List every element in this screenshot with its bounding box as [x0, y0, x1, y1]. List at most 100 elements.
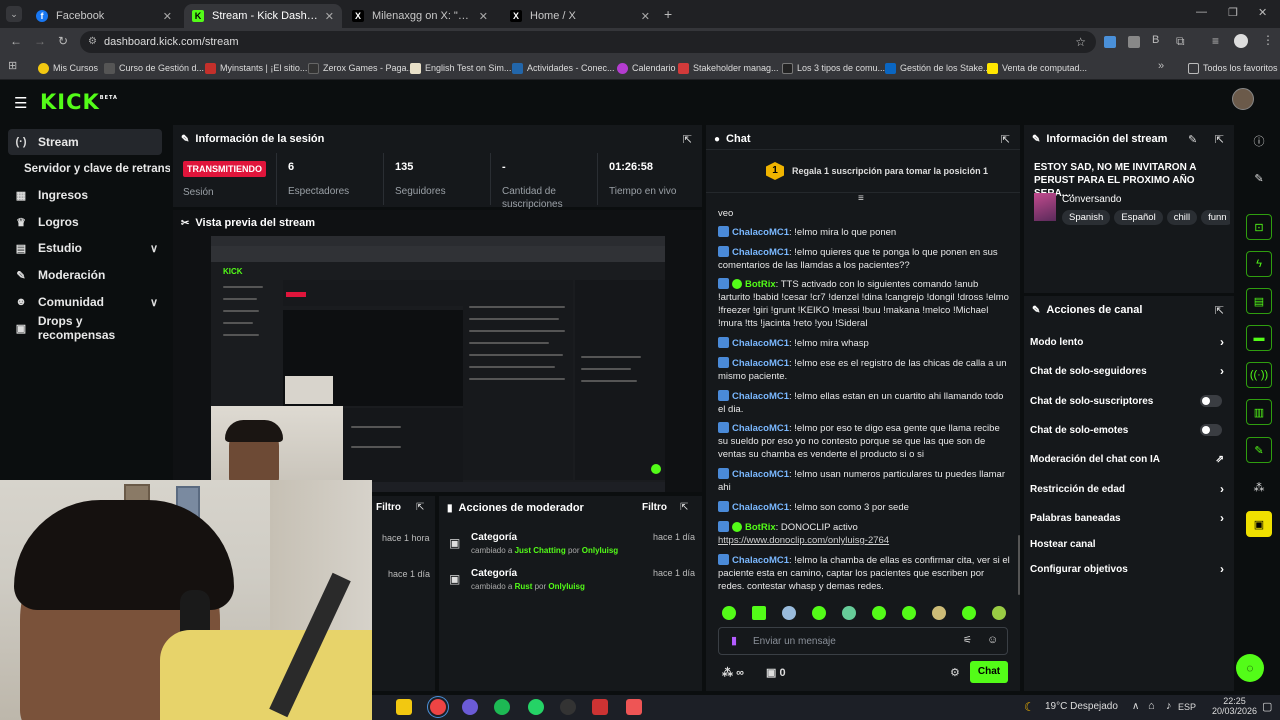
chrome-icon[interactable] — [430, 699, 446, 715]
emote-icon[interactable] — [872, 606, 886, 620]
close-tab-icon[interactable]: ✕ — [479, 10, 488, 23]
emote-icon[interactable] — [782, 606, 796, 620]
tab-kick-dashboard[interactable]: K Stream - Kick Dashboard ✕ — [184, 4, 342, 28]
action-age-restriction[interactable]: Restricción de edad › — [1030, 479, 1226, 499]
sidebar-item-moderation[interactable]: ✎ Moderación — [8, 262, 162, 288]
close-tab-icon[interactable]: ✕ — [325, 10, 334, 23]
hamburger-menu-icon[interactable]: ☰ — [14, 94, 27, 112]
filter-button[interactable]: Filtro — [376, 502, 401, 513]
emote-icon[interactable] — [722, 606, 736, 620]
chat-username[interactable]: BotRix — [745, 279, 776, 290]
back-icon[interactable]: ← — [10, 34, 22, 48]
send-chat-button[interactable]: Chat — [970, 661, 1008, 683]
sidebar-item-achievements[interactable]: ♛ Logros — [8, 209, 162, 235]
bookmark[interactable]: English Test on Sim... — [410, 61, 511, 75]
discord-icon[interactable] — [462, 699, 478, 715]
sidebar-item-server-key[interactable]: Servidor y clave de retransmisión — [8, 156, 170, 182]
chat-username[interactable]: BotRix — [745, 522, 776, 533]
sidebar-item-stream[interactable]: (·) Stream — [8, 129, 162, 155]
bookmark-star-icon[interactable]: ☆ — [1075, 31, 1086, 53]
whatsapp-icon[interactable] — [528, 699, 544, 715]
tag[interactable]: chill — [1166, 210, 1198, 225]
bookmark[interactable]: Los 3 tipos de comu... — [782, 61, 885, 75]
expand-icon[interactable]: ⇱ — [680, 502, 688, 513]
chat-username[interactable]: ChalacoMC1 — [732, 338, 789, 349]
emotes-only-toggle[interactable] — [1200, 424, 1222, 436]
chat-username[interactable]: ChalacoMC1 — [732, 358, 789, 369]
all-favorites[interactable]: Todos los favoritos — [1188, 61, 1278, 75]
chat-link[interactable]: https://www.donoclip.com/onlyluisg-2764 — [718, 535, 889, 546]
more-bookmarks-icon[interactable]: » — [1158, 60, 1164, 72]
category-link[interactable]: Just Chatting — [515, 546, 566, 555]
info-icon[interactable]: ⓘ — [1246, 128, 1272, 154]
close-tab-icon[interactable]: ✕ — [163, 10, 172, 23]
bookmark[interactable]: Mis Cursos — [38, 61, 98, 75]
minimize-icon[interactable]: — — [1196, 6, 1207, 18]
user-link[interactable]: Onlyluisg — [582, 546, 618, 555]
category-thumbnail[interactable] — [1034, 193, 1056, 221]
clip-icon[interactable]: ⊡ — [1246, 214, 1272, 240]
sidebar-item-community[interactable]: ☻ Comunidad ∨ — [8, 289, 162, 315]
expand-icon[interactable]: ⇱ — [1215, 133, 1224, 146]
bookmark[interactable]: Stakeholder manag... — [678, 61, 779, 75]
file-explorer-icon[interactable] — [396, 699, 412, 715]
action-slow-mode[interactable]: Modo lento › — [1030, 332, 1226, 352]
channel-points[interactable]: ⁂ ∞ — [722, 666, 744, 679]
reload-icon[interactable]: ↻ — [58, 34, 68, 48]
tag[interactable]: funn — [1201, 210, 1230, 225]
emote-icon[interactable] — [842, 606, 856, 620]
tab-search-icon[interactable]: ⌄ — [6, 6, 22, 22]
chat-username[interactable]: ChalacoMC1 — [732, 247, 789, 258]
menu-icon[interactable]: ⋮ — [1262, 33, 1274, 47]
extension-icon[interactable] — [1104, 36, 1116, 48]
subscribers-only-toggle[interactable] — [1200, 395, 1222, 407]
app-icon[interactable] — [592, 699, 608, 715]
filter-button[interactable]: Filtro — [642, 502, 667, 513]
language-indicator[interactable]: ESP — [1178, 702, 1196, 712]
chat-username[interactable]: ChalacoMC1 — [732, 502, 789, 513]
bookmark[interactable]: Calendario — [617, 61, 676, 75]
close-tab-icon[interactable]: ✕ — [641, 10, 650, 23]
restore-icon[interactable]: ❐ — [1228, 6, 1238, 19]
user-avatar[interactable] — [1232, 88, 1254, 110]
bookmark[interactable]: Actividades - Conec... — [512, 61, 615, 75]
expand-icon[interactable]: ⇱ — [416, 502, 424, 513]
tag[interactable]: Español — [1114, 210, 1163, 225]
notifications-icon[interactable]: ▢ — [1262, 700, 1272, 713]
profile-avatar[interactable] — [1234, 34, 1248, 48]
tab-milenaxgg[interactable]: X Milenaxgg on X: "Entrevista al... ✕ — [344, 4, 496, 28]
action-followers-only[interactable]: Chat de solo-seguidores › — [1030, 361, 1226, 381]
chat-username[interactable]: ChalacoMC1 — [732, 469, 789, 480]
action-ai-moderation[interactable]: Moderación del chat con IA ⇗ — [1030, 449, 1226, 469]
extension-icon[interactable] — [1128, 36, 1140, 48]
emote-icon[interactable] — [902, 606, 916, 620]
bookmark[interactable]: Gestión de los Stake... — [885, 61, 991, 75]
tab-facebook[interactable]: f Facebook ✕ — [28, 4, 180, 28]
emote-icon[interactable] — [962, 606, 976, 620]
points-icon[interactable]: ⁂ — [1246, 474, 1272, 500]
app-icon[interactable] — [626, 699, 642, 715]
chat-input[interactable]: ▮ Enviar un mensaje ⚟ ☺ — [718, 627, 1008, 655]
support-chat-button[interactable]: ◌ — [1236, 654, 1264, 682]
spotify-icon[interactable] — [494, 699, 510, 715]
media-icon[interactable]: ≡ — [1212, 34, 1219, 48]
bookmark[interactable]: Curso de Gestión d... — [104, 61, 204, 75]
gift-sub-banner[interactable]: 1 Regala 1 suscripción para tomar la pos… — [706, 149, 1020, 193]
chat-username[interactable]: ChalacoMC1 — [732, 423, 789, 434]
emoji-icon[interactable]: ☺ — [987, 634, 998, 646]
url-field[interactable]: ⚙ dashboard.kick.com/stream ☆ — [80, 31, 1096, 53]
site-info-icon[interactable]: ⚙ — [88, 31, 97, 53]
bookmark[interactable]: Zerox Games - Paga... — [308, 61, 414, 75]
network-icon[interactable]: ⌂ — [1148, 700, 1155, 712]
extension-icon[interactable]: B — [1152, 34, 1159, 46]
category-link[interactable]: Rust — [515, 582, 533, 591]
chat-bubble-icon[interactable]: ▬ — [1246, 325, 1272, 351]
action-host-channel[interactable]: Hostear canal — [1030, 534, 1226, 554]
chat-settings-icon[interactable]: ⚙ — [950, 666, 960, 679]
sidebar-item-studio[interactable]: ▤ Estudio ∨ — [8, 235, 162, 261]
chat-username[interactable]: ChalacoMC1 — [732, 391, 789, 402]
expand-icon[interactable]: ⇱ — [1215, 304, 1224, 317]
chat-username[interactable]: ChalacoMC1 — [732, 555, 789, 566]
document-icon[interactable]: ▤ — [1246, 288, 1272, 314]
chat-username[interactable]: ChalacoMC1 — [732, 227, 789, 238]
